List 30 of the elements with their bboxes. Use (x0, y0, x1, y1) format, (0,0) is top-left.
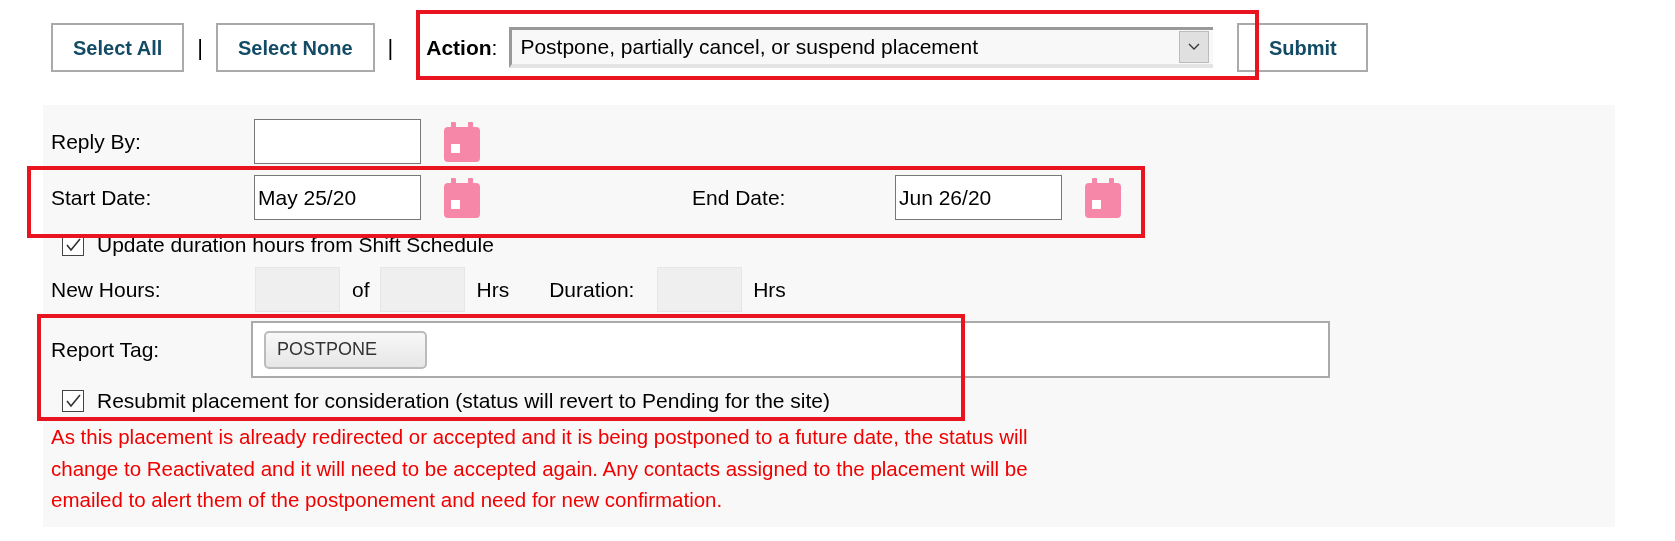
caret-icon[interactable] (1179, 31, 1210, 63)
action-label: Action (426, 34, 492, 61)
submit-button[interactable]: Submit (1237, 23, 1369, 72)
separator: | (197, 34, 203, 62)
field-label: Report Tag: (51, 336, 161, 363)
date-field[interactable]: May 25/20 (254, 175, 421, 220)
calendar-icon[interactable] (1085, 177, 1121, 218)
field-label: Duration: (549, 276, 636, 303)
warning-text: As this placement is already redirected or accepted and it is being postponed to a future date, the status will change to Reactivated and it will need to be accepted again. Any contacts assigned to the placement will be emailed to alert them of the postponement and need for new confirmation. (51, 424, 1029, 513)
calendar-icon[interactable] (444, 121, 480, 162)
action-dropdown[interactable]: Postpone, partially cancel, or suspend placement (509, 27, 1214, 68)
checkbox-label: Resubmit placement for consideration (status will revert to Pending for the site) (97, 388, 830, 415)
field-label: New Hours: (51, 276, 162, 303)
select-all-button[interactable]: Select All (51, 23, 185, 72)
tag-chip[interactable]: POSTPONE (264, 330, 427, 369)
field-label: Hrs (753, 276, 786, 303)
field-label: Hrs (476, 276, 510, 303)
field-label: Start Date: (51, 184, 153, 211)
checkbox-label: Update duration hours from Shift Schedule (97, 232, 494, 259)
colon-text: : (491, 34, 498, 61)
calendar-icon[interactable] (444, 177, 480, 218)
tag-field[interactable]: POSTPONE (251, 321, 1330, 378)
separator: | (387, 34, 394, 62)
date-field[interactable] (254, 119, 421, 164)
field-label: End Date: (692, 184, 787, 211)
date-field[interactable]: Jun 26/20 (895, 175, 1062, 220)
checkbox[interactable] (62, 390, 84, 412)
select-none-button[interactable]: Select None (216, 23, 375, 72)
field-label: of (352, 276, 370, 303)
field-label: Reply By: (51, 128, 142, 155)
